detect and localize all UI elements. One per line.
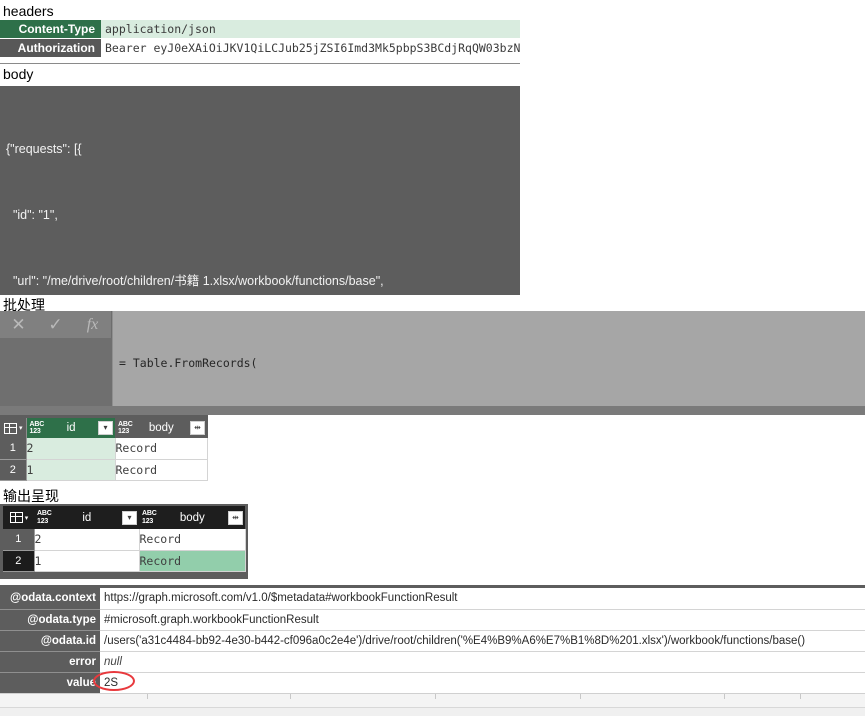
ruler-tick	[580, 694, 581, 699]
formula-bar-bottom-edge	[0, 406, 865, 415]
headers-row-authorization[interactable]: Authorization Bearer eyJ0eXAiOiJKV1QiLCJ…	[0, 38, 520, 58]
table-row[interactable]: 2 1 Record	[0, 459, 208, 481]
cell-body[interactable]: Record	[139, 550, 246, 572]
column-header-body[interactable]: ABC 123 body ⇹	[115, 418, 207, 438]
table-grid-icon	[3, 422, 17, 434]
column-header-body[interactable]: ABC 123 body ⇹	[139, 506, 245, 529]
filter-dropdown-icon[interactable]: ▾	[122, 510, 137, 525]
ruler-tick	[724, 694, 725, 699]
detail-key: value	[0, 672, 100, 694]
ruler-tick	[290, 694, 291, 699]
header-value-content-type[interactable]: application/json	[101, 20, 520, 39]
type-any-icon: ABC 123	[37, 510, 52, 525]
detail-row-odata-context[interactable]: @odata.context https://graph.microsoft.c…	[0, 588, 865, 610]
detail-value[interactable]: 2S	[100, 672, 865, 694]
type-any-icon: ABC 123	[142, 510, 157, 525]
detail-pane: @odata.context https://graph.microsoft.c…	[0, 588, 865, 694]
json-line: "url": "/me/drive/root/children/书籍 1.xls…	[6, 274, 384, 288]
headers-key-value-table: Content-Type application/json Authorizat…	[0, 20, 520, 58]
type-any-icon: ABC 123	[29, 420, 45, 436]
ruler-tick	[435, 694, 436, 699]
detail-row-odata-type[interactable]: @odata.type #microsoft.graph.workbookFun…	[0, 609, 865, 631]
headers-bottom-rule	[0, 63, 520, 64]
detail-key: error	[0, 651, 100, 673]
column-header-label: body	[148, 422, 174, 434]
body-json-panel[interactable]: {"requests": [{ "id": "1", "url": "/me/d…	[0, 86, 520, 295]
json-line: {"requests": [{	[6, 142, 82, 156]
table-row[interactable]: 1 2 Record	[3, 529, 246, 551]
detail-value[interactable]: https://graph.microsoft.com/v1.0/$metada…	[100, 588, 865, 610]
detail-row-value[interactable]: value 2S	[0, 672, 865, 694]
row-number[interactable]: 2	[0, 459, 27, 481]
detail-row-error[interactable]: error null	[0, 651, 865, 673]
ruler-tick	[800, 694, 801, 699]
formula-bar-editor[interactable]: = Table.FromRecords( List.Transform( Jso…	[112, 311, 865, 406]
batch-result-grid[interactable]: ▾ ABC 123 id ▾ ABC 123 body ⇹ 1 2 Record…	[0, 418, 208, 481]
output-caption: 输出呈现	[3, 488, 59, 504]
chevron-down-icon: ▾	[18, 425, 23, 432]
header-value-authorization[interactable]: Bearer eyJ0eXAiOiJKV1QiLCJub25jZSI6Imd3M…	[101, 38, 520, 58]
column-header-label: id	[66, 422, 76, 434]
column-header-id[interactable]: ABC 123 id ▾	[26, 418, 115, 438]
cell-id[interactable]: 1	[34, 550, 140, 572]
accept-checkmark-icon[interactable]: ✓	[37, 316, 74, 333]
cell-id[interactable]: 2	[34, 529, 140, 551]
detail-value[interactable]: null	[100, 651, 865, 673]
detail-value[interactable]: /users('a31c4484-bb92-4e30-b442-cf096a0c…	[100, 630, 865, 652]
cell-body[interactable]: Record	[139, 529, 246, 551]
type-any-icon: ABC 123	[118, 420, 133, 436]
headers-caption: headers	[3, 3, 54, 19]
row-number[interactable]: 2	[3, 550, 35, 572]
row-number[interactable]: 1	[0, 438, 27, 460]
expand-columns-icon[interactable]: ⇹	[228, 510, 243, 525]
column-header-label: body	[179, 511, 205, 524]
body-caption: body	[3, 66, 34, 82]
expand-columns-icon[interactable]: ⇹	[190, 421, 205, 435]
formula-bar-buttons: ✕ ✓ fx	[0, 311, 112, 338]
cell-body[interactable]: Record	[115, 459, 208, 481]
headers-row-content-type[interactable]: Content-Type application/json	[0, 20, 520, 39]
detail-key: @odata.id	[0, 630, 100, 652]
detail-key: @odata.context	[0, 588, 100, 610]
detail-pane-footer	[0, 693, 865, 707]
json-line: "id": "1",	[6, 208, 58, 222]
detail-row-odata-id[interactable]: @odata.id /users('a31c4484-bb92-4e30-b44…	[0, 630, 865, 652]
column-header-id[interactable]: ABC 123 id ▾	[34, 506, 139, 529]
cancel-icon[interactable]: ✕	[0, 316, 37, 333]
formula-line: = Table.FromRecords(	[119, 356, 258, 370]
cell-id[interactable]: 2	[26, 438, 116, 460]
grid-select-all-button[interactable]: ▾	[0, 418, 27, 438]
fx-icon[interactable]: fx	[74, 316, 111, 333]
table-grid-icon	[9, 512, 23, 523]
table-row[interactable]: 1 2 Record	[0, 438, 208, 460]
cell-body[interactable]: Record	[115, 438, 208, 460]
grid-select-all-button[interactable]: ▾	[3, 506, 34, 529]
detail-value[interactable]: #microsoft.graph.workbookFunctionResult	[100, 609, 865, 631]
chevron-down-icon: ▾	[24, 514, 29, 522]
header-key-authorization[interactable]: Authorization	[0, 38, 101, 58]
formula-bar-left-filler	[0, 338, 112, 406]
row-number[interactable]: 1	[3, 529, 35, 551]
filter-dropdown-icon[interactable]: ▾	[98, 421, 113, 435]
output-result-grid[interactable]: ▾ ABC 123 id ▾ ABC 123 body ⇹ 1 2 Record…	[3, 506, 246, 572]
column-header-label: id	[82, 511, 92, 524]
cell-id[interactable]: 1	[26, 459, 116, 481]
header-key-content-type[interactable]: Content-Type	[0, 20, 101, 39]
detail-key: @odata.type	[0, 609, 100, 631]
ruler-tick	[147, 694, 148, 699]
table-row[interactable]: 2 1 Record	[3, 550, 246, 572]
